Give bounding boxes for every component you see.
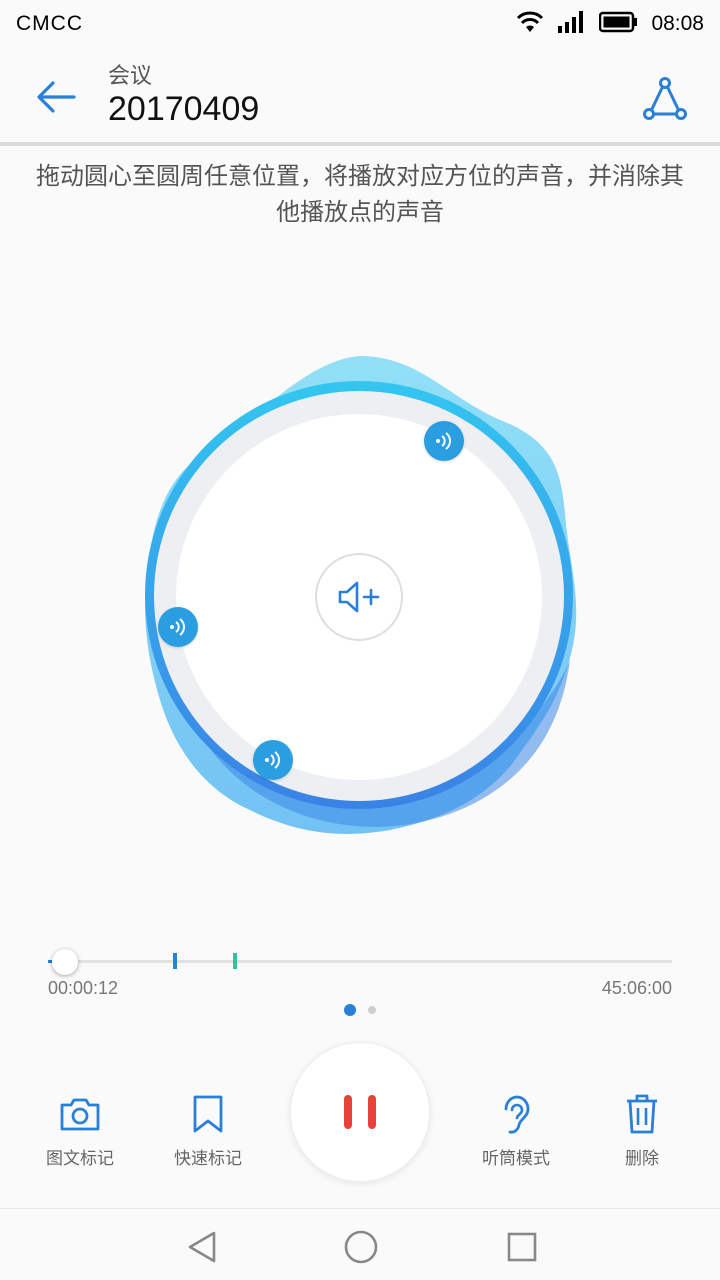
- playback-point-2[interactable]: [158, 607, 198, 647]
- clock-label: 08:08: [651, 12, 704, 35]
- sound-wave-icon: [170, 618, 185, 636]
- playback-seekbar[interactable]: [48, 949, 672, 975]
- title-block: 会议 20170409: [108, 58, 259, 129]
- system-nav-bar: [0, 1208, 720, 1280]
- triangle-back-icon: [188, 1231, 216, 1263]
- current-time: 00:00:12: [48, 978, 119, 998]
- recording-title: 20170409: [108, 90, 260, 128]
- seekbar-thumb[interactable]: [52, 949, 78, 975]
- header-divider: [0, 142, 720, 146]
- recording-category: 会议: [108, 64, 153, 89]
- ear-icon: [504, 1095, 530, 1134]
- delete-button[interactable]: 删除: [592, 1092, 692, 1169]
- share-button[interactable]: [640, 74, 690, 124]
- bookmark-icon: [193, 1095, 223, 1133]
- pause-button[interactable]: [290, 1042, 430, 1182]
- nav-home-button[interactable]: [341, 1227, 381, 1267]
- sound-wave-icon: [436, 432, 451, 450]
- share-icon: [643, 77, 687, 120]
- quick-mark-button[interactable]: 快速标记: [158, 1092, 258, 1169]
- earpiece-mode-label: 听筒模式: [482, 1149, 550, 1169]
- page-indicator: [0, 1004, 720, 1016]
- camera-icon: [60, 1098, 100, 1131]
- total-time: 45:06:00: [601, 978, 672, 998]
- bookmark-marker-blue[interactable]: [173, 953, 177, 969]
- back-button[interactable]: [24, 70, 88, 124]
- signal-icon: [557, 10, 587, 39]
- volume-plus-icon: [338, 581, 380, 613]
- circle-home-icon: [344, 1230, 378, 1264]
- sound-wave-icon: [265, 751, 280, 769]
- page-dot: [368, 1006, 376, 1014]
- trash-icon: [627, 1094, 657, 1134]
- battery-icon: [599, 10, 639, 39]
- pause-icon: [344, 1095, 352, 1129]
- square-recents-icon: [507, 1232, 537, 1262]
- arrow-left-icon: [37, 81, 76, 113]
- delete-label: 删除: [625, 1149, 659, 1169]
- page-dot-active: [344, 1004, 356, 1016]
- earpiece-mode-button[interactable]: 听筒模式: [466, 1092, 566, 1169]
- status-bar: CMCC 08:08: [0, 0, 720, 48]
- action-bar: 图文标记 快速标记 听筒模式 删除: [0, 1040, 720, 1190]
- nav-recents-button[interactable]: [502, 1227, 542, 1267]
- seekbar-track: [48, 960, 672, 963]
- carrier-label: CMCC: [16, 12, 83, 35]
- playback-point-3[interactable]: [253, 740, 293, 780]
- wifi-icon: [515, 10, 545, 39]
- center-speaker-handle[interactable]: [315, 553, 403, 641]
- photo-mark-label: 图文标记: [46, 1149, 114, 1169]
- app-bar: 会议 20170409: [0, 48, 720, 142]
- nav-back-button[interactable]: [182, 1227, 222, 1267]
- bookmark-marker-green[interactable]: [233, 953, 237, 969]
- quick-mark-label: 快速标记: [174, 1149, 242, 1169]
- photo-mark-button[interactable]: 图文标记: [30, 1092, 130, 1169]
- playback-point-1[interactable]: [424, 421, 464, 461]
- instruction-text: 拖动圆心至圆周任意位置，将播放对应方位的声音，并消除其他播放点的声音: [36, 162, 684, 226]
